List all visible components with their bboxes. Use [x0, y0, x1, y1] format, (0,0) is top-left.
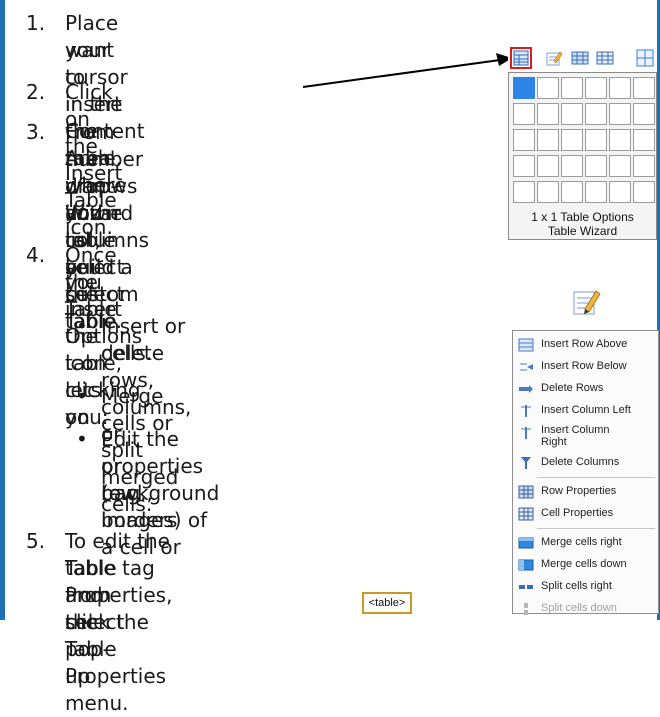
- table-size-cell[interactable]: [609, 181, 631, 203]
- insert-table-icon[interactable]: [512, 49, 530, 67]
- table-size-cell[interactable]: [609, 103, 631, 125]
- table-tag[interactable]: <table>: [362, 592, 412, 614]
- table-size-cell[interactable]: [513, 155, 535, 177]
- table-size-cell[interactable]: [537, 77, 559, 99]
- menu-item-label: Insert Row Above: [541, 338, 628, 350]
- menu-item-merge-cells-down[interactable]: Merge cells down: [513, 554, 658, 576]
- table-wizard-option[interactable]: Table Wizard: [509, 224, 656, 238]
- table-size-cell[interactable]: [585, 103, 607, 125]
- delete-rows-icon: [519, 385, 533, 393]
- menu-item-insert-column-left[interactable]: Insert Column Left: [513, 400, 658, 422]
- table-size-cell[interactable]: [537, 129, 559, 151]
- table-options-icon[interactable]: [572, 287, 602, 317]
- table-size-cell[interactable]: [633, 181, 655, 203]
- table-size-cell[interactable]: [561, 77, 583, 99]
- row-properties-icon: [518, 485, 534, 499]
- menu-item-delete-columns[interactable]: Delete Columns: [513, 452, 658, 474]
- table-frame-icon[interactable]: [636, 49, 654, 67]
- table-size-cell[interactable]: [585, 181, 607, 203]
- menu-item-merge-cells-right[interactable]: Merge cells right: [513, 532, 658, 554]
- table-size-cell[interactable]: [561, 103, 583, 125]
- insert-table-dropdown: 1 x 1 Table Options Table Wizard: [508, 72, 657, 240]
- insert-row-above-icon: [518, 338, 534, 352]
- menu-item-delete-rows[interactable]: Delete Rows: [513, 378, 658, 400]
- menu-item-label: Merge cells down: [541, 558, 627, 570]
- split-cells-right-icon: [519, 585, 533, 589]
- menu-item-insert-row-below[interactable]: Insert Row Below: [513, 356, 658, 378]
- table-size-cell[interactable]: [633, 155, 655, 177]
- table-size-cell[interactable]: [609, 155, 631, 177]
- menu-item-label: Row Properties: [541, 485, 617, 497]
- menu-item-row-properties[interactable]: Row Properties: [513, 481, 658, 503]
- table-options-menu: Insert Row Above Insert Row Below Delete…: [512, 330, 659, 615]
- table-size-cell[interactable]: [633, 129, 655, 151]
- cell-grid-icon[interactable]: [596, 49, 614, 67]
- table-size-cell[interactable]: [513, 181, 535, 203]
- table-size-cell[interactable]: [561, 181, 583, 203]
- editor-table-toolbar: [508, 47, 656, 71]
- merge-cells-right-icon: [518, 537, 534, 549]
- insert-column-right-icon: [521, 427, 531, 439]
- menu-separator: [537, 528, 655, 529]
- menu-item-label: Delete Rows: [541, 382, 604, 394]
- table-size-label[interactable]: 1 x 1 Table Options: [509, 210, 656, 224]
- table-size-cell[interactable]: [609, 77, 631, 99]
- table-size-cell[interactable]: [513, 103, 535, 125]
- table-size-cell[interactable]: [609, 129, 631, 151]
- merge-cells-down-icon: [518, 559, 534, 571]
- menu-item-label: Merge cells right: [541, 536, 622, 548]
- menu-item-label: Insert Column Left: [541, 404, 631, 416]
- table-size-cell[interactable]: [585, 155, 607, 177]
- insert-row-below-icon: [520, 363, 533, 371]
- split-cells-down-icon: [524, 603, 528, 615]
- menu-item-label: Cell Properties: [541, 507, 614, 519]
- menu-item-cell-properties[interactable]: Cell Properties: [513, 503, 658, 525]
- menu-item-label: Delete Columns: [541, 456, 620, 468]
- table-size-cell[interactable]: [633, 103, 655, 125]
- table-size-cell[interactable]: [513, 77, 535, 99]
- menu-item-split-cells-down: Split cells down: [513, 598, 658, 620]
- table-size-cell[interactable]: [513, 129, 535, 151]
- table-size-cell[interactable]: [537, 103, 559, 125]
- table-size-cell[interactable]: [561, 129, 583, 151]
- menu-item-insert-row-above[interactable]: Insert Row Above: [513, 334, 658, 356]
- menu-item-label: Insert Row Below: [541, 360, 627, 372]
- table-size-cell[interactable]: [585, 77, 607, 99]
- menu-item-label-line-2: Right: [541, 436, 567, 448]
- table-size-cell[interactable]: [537, 181, 559, 203]
- menu-separator: [537, 477, 655, 478]
- table-size-cell[interactable]: [537, 155, 559, 177]
- table-size-cell[interactable]: [585, 129, 607, 151]
- menu-item-label: Split cells down: [541, 602, 617, 614]
- delete-columns-icon: [521, 457, 531, 469]
- table-size-cell[interactable]: [633, 77, 655, 99]
- grid-icon[interactable]: [571, 49, 589, 67]
- table-options-icon[interactable]: [545, 49, 563, 67]
- menu-item-label: Split cells right: [541, 580, 612, 592]
- menu-item-insert-column-right[interactable]: Insert Column Right: [513, 422, 658, 452]
- cell-properties-icon: [518, 507, 534, 521]
- table-size-cell[interactable]: [561, 155, 583, 177]
- insert-column-left-icon: [521, 405, 531, 417]
- menu-item-split-cells-right[interactable]: Split cells right: [513, 576, 658, 598]
